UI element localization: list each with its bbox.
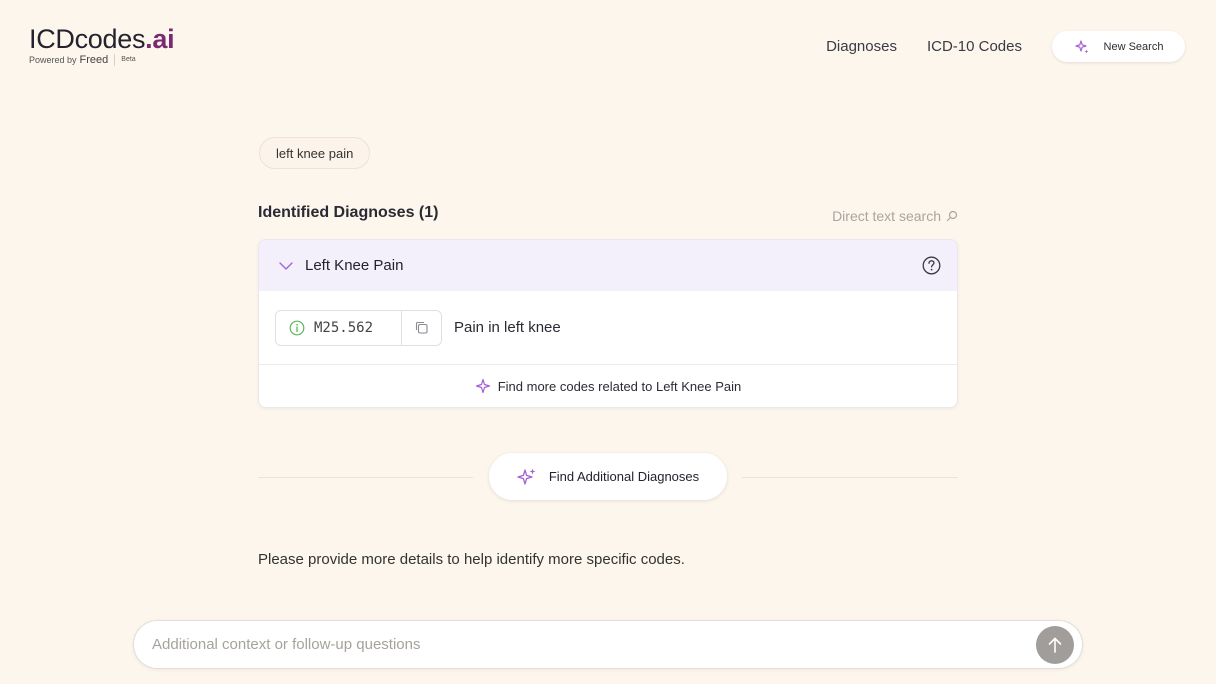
info-icon xyxy=(289,320,305,335)
powered-by-text: Powered by xyxy=(29,55,77,65)
sparkle-icon xyxy=(517,468,536,485)
prompt-text: Please provide more details to help iden… xyxy=(258,551,685,568)
followup-input[interactable] xyxy=(150,621,1020,668)
code-row: M25.562 Pain in left knee xyxy=(259,291,957,365)
top-nav: Diagnoses ICD-10 Codes New Search xyxy=(826,31,1185,62)
find-additional-label: Find Additional Diagnoses xyxy=(548,469,700,484)
arrow-up-icon xyxy=(1048,637,1062,653)
nav-icd10-codes[interactable]: ICD-10 Codes xyxy=(927,38,1022,55)
logo[interactable]: ICDcodes.ai Powered by Freed Beta xyxy=(29,24,175,66)
code-value: M25.562 xyxy=(314,319,374,336)
send-button[interactable] xyxy=(1036,626,1074,664)
new-search-button[interactable]: New Search xyxy=(1052,31,1185,62)
new-search-label: New Search xyxy=(1103,40,1164,53)
find-more-label: Find more codes related to Left Knee Pai… xyxy=(497,378,742,394)
diagnosis-card: Left Knee Pain M25.562 Pain in left knee… xyxy=(258,239,958,408)
search-icon xyxy=(946,210,958,222)
code-box: M25.562 xyxy=(275,309,442,346)
find-more-codes-button[interactable]: Find more codes related to Left Knee Pai… xyxy=(259,365,957,407)
beta-badge: Beta xyxy=(114,54,136,66)
divider-left xyxy=(258,477,473,478)
chevron-down-icon xyxy=(279,261,293,270)
sparkle-icon xyxy=(475,378,490,394)
query-chip[interactable]: left knee pain xyxy=(259,137,371,169)
help-icon[interactable] xyxy=(922,256,941,275)
direct-search-label: Direct text search xyxy=(832,208,941,224)
nav-diagnoses[interactable]: Diagnoses xyxy=(826,38,897,55)
code-description: Pain in left knee xyxy=(454,319,561,336)
copy-icon xyxy=(415,321,428,334)
direct-search-link[interactable]: Direct text search xyxy=(832,208,958,224)
divider-right xyxy=(742,477,958,478)
section-title: Identified Diagnoses (1) xyxy=(258,204,439,221)
header: ICDcodes.ai Powered by Freed Beta Diagno… xyxy=(0,0,1216,90)
diagnosis-header[interactable]: Left Knee Pain xyxy=(259,240,957,291)
logo-ai: .ai xyxy=(145,24,175,54)
brand-name: Freed xyxy=(79,54,109,66)
find-additional-diagnoses-button[interactable]: Find Additional Diagnoses xyxy=(489,453,727,500)
code-info-button[interactable]: M25.562 xyxy=(276,310,402,345)
sparkle-icon xyxy=(1074,39,1089,53)
followup-input-bar xyxy=(133,620,1083,669)
copy-button[interactable] xyxy=(402,311,441,345)
logo-text: ICDcodes.ai xyxy=(29,24,175,54)
logo-subtitle: Powered by Freed Beta xyxy=(29,54,174,66)
diagnosis-title: Left Knee Pain xyxy=(305,257,404,274)
